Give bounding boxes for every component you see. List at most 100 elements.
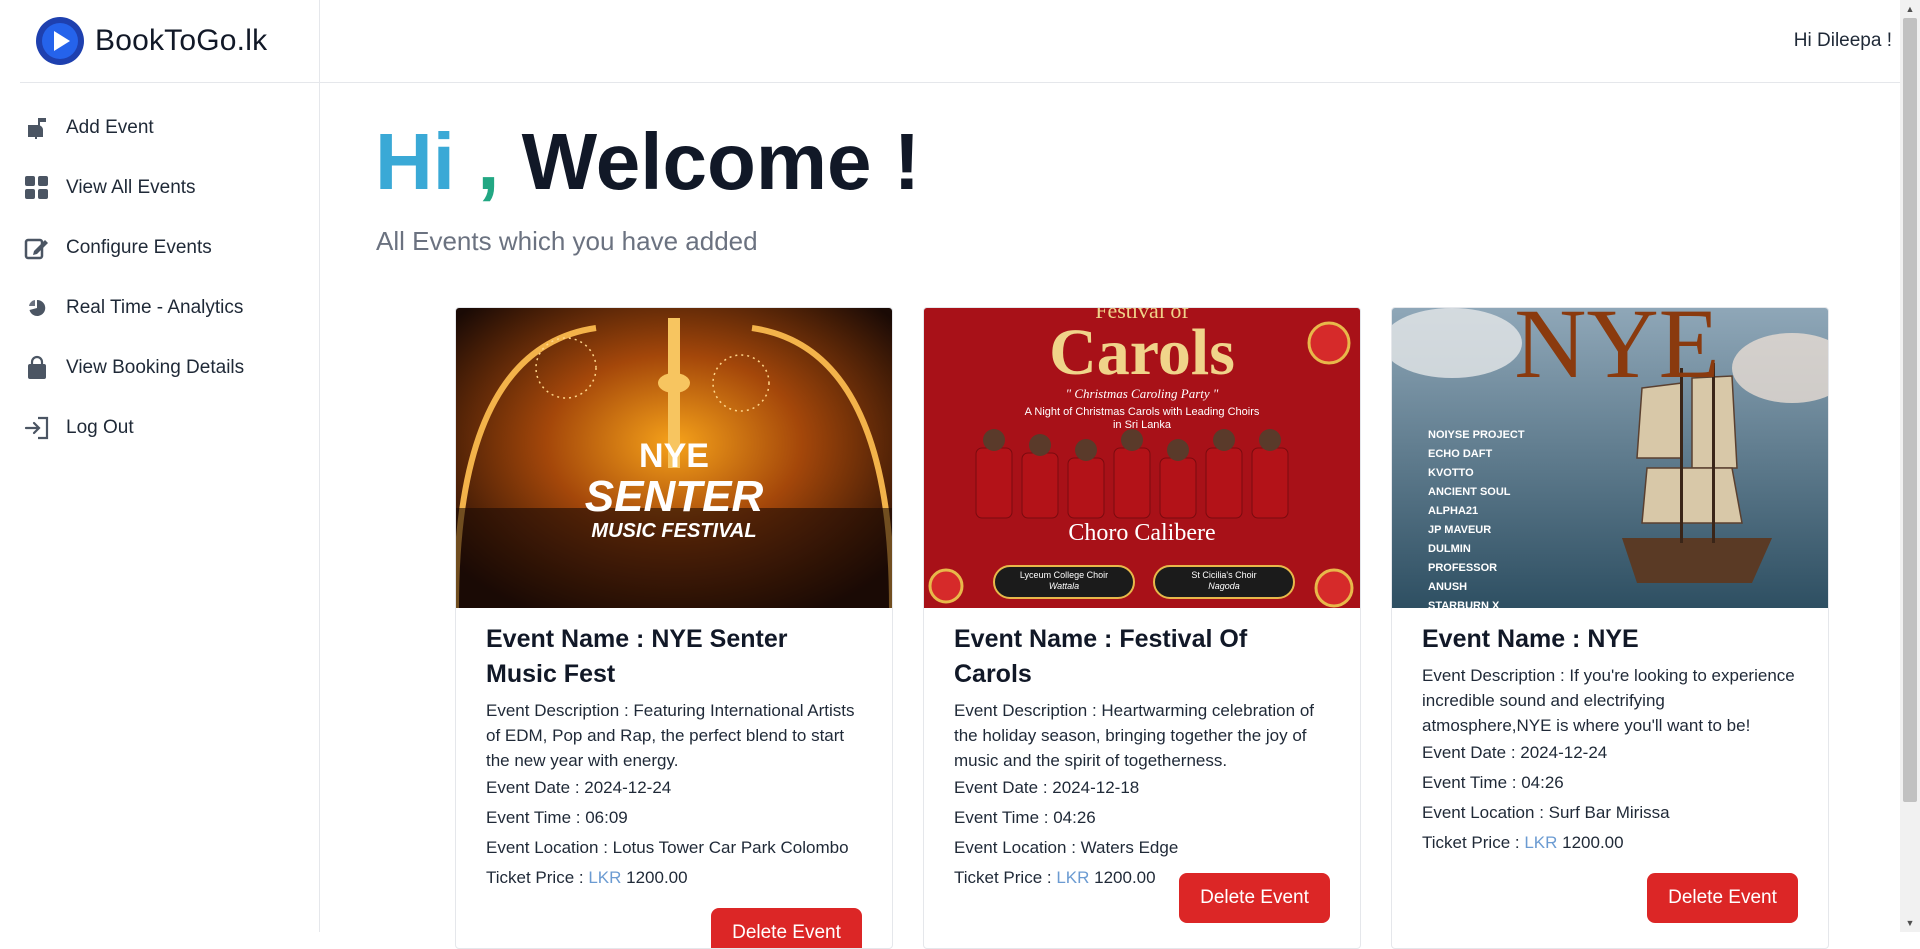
delete-event-button[interactable]: Delete Event: [711, 908, 862, 948]
poster-line4: A Night of Christmas Carols with Leading…: [1024, 406, 1260, 418]
brand[interactable]: BookToGo.lk: [20, 0, 319, 83]
event-card-body: Event Name : Festival Of Carols Event De…: [924, 608, 1360, 893]
poster-text: NYE SENTER MUSIC FESTIVAL: [456, 438, 892, 542]
event-card: NYE SENTER MUSIC FESTIVAL Event Name : N…: [455, 307, 893, 949]
event-name: Event Name : Festival Of Carols: [954, 625, 1248, 688]
currency-label: LKR: [1524, 833, 1558, 852]
scroll-thumb[interactable]: [1903, 18, 1917, 802]
hero-hi: Hi: [375, 117, 455, 206]
sidebar-item-real-time-analytics[interactable]: Real Time - Analytics: [0, 278, 319, 338]
poster-subtext: A Night of Christmas Carols with Leading…: [924, 406, 1360, 432]
artist-item: ECHO DAFT: [1428, 448, 1493, 460]
poster-line1: NYE: [639, 437, 709, 475]
grid-icon: [24, 175, 50, 201]
event-description: Event Description : Featuring Internatio…: [486, 701, 855, 770]
event-card: NYE NOIYSE PROJECT ECHO DAFT KVOTTO ANCI…: [1391, 307, 1829, 949]
sidebar-item-label: Real Time - Analytics: [66, 297, 244, 318]
user-greeting[interactable]: Hi Dileepa !: [1794, 30, 1892, 52]
sidebar-item-label: View Booking Details: [66, 357, 245, 378]
event-poster-image: NYE SENTER MUSIC FESTIVAL: [456, 308, 892, 608]
artist-item: DULMIN: [1428, 543, 1471, 555]
event-card: Festival of Carols " Christmas Caroling …: [923, 307, 1361, 949]
event-poster-image: NYE NOIYSE PROJECT ECHO DAFT KVOTTO ANCI…: [1392, 308, 1828, 608]
price-value: 1200.00: [621, 868, 688, 887]
event-location: Event Location : Surf Bar Mirissa: [1422, 803, 1670, 822]
price-value: 1200.00: [1089, 868, 1156, 887]
artist-item: NOIYSE PROJECT: [1428, 429, 1525, 441]
sidebar-item-label: Configure Events: [66, 237, 212, 258]
sidebar: BookToGo.lk Add Event View All Events Co…: [0, 0, 320, 932]
delete-event-button[interactable]: Delete Event: [1179, 873, 1330, 923]
sidebar-item-add-event[interactable]: Add Event: [0, 98, 319, 158]
sidebar-nav: Add Event View All Events Configure Even…: [0, 98, 319, 458]
scroll-down-arrow-icon[interactable]: ▼: [1900, 914, 1920, 932]
artist-item: KVOTTO: [1428, 467, 1474, 479]
sidebar-item-label: Log Out: [66, 417, 134, 438]
artist-item: PROFESSOR: [1428, 562, 1498, 574]
welcome-heading: Hi , Welcome !: [375, 122, 920, 202]
choir1-name: Lyceum College Choir: [1019, 570, 1109, 580]
artist-item: ANUSH: [1428, 581, 1468, 593]
event-name: Event Name : NYE: [1422, 625, 1639, 653]
play-logo-icon: [36, 17, 84, 65]
mailbox-icon: [24, 115, 50, 141]
delete-event-button[interactable]: Delete Event: [1647, 873, 1798, 923]
scroll-up-arrow-icon[interactable]: ▲: [1900, 0, 1920, 18]
poster-artist-list: NOIYSE PROJECT ECHO DAFT KVOTTO ANCIENT …: [1428, 426, 1525, 608]
event-card-body: Event Name : NYE Senter Music Fest Event…: [456, 608, 892, 893]
ticket-price-label: Ticket Price :: [1422, 833, 1525, 852]
event-time: Event Time : 06:09: [486, 808, 628, 827]
ticket-price: Ticket Price : LKR 1200.00: [1422, 828, 1798, 858]
event-date: Event Date : 2024-12-24: [1422, 743, 1608, 762]
currency-label: LKR: [588, 868, 622, 887]
event-time: Event Time : 04:26: [1422, 773, 1564, 792]
ticket-price-label: Ticket Price :: [954, 868, 1057, 887]
artist-item: ALPHA21: [1428, 505, 1479, 517]
poster-choir2: St Cicilia's Choir Nagoda: [1154, 570, 1294, 592]
artist-item: JP MAVEUR: [1428, 524, 1492, 536]
poster-choir1: Lyceum College Choir Wattala: [994, 570, 1134, 592]
page-scrollbar[interactable]: ▲ ▼: [1900, 0, 1920, 932]
chart-icon: [24, 295, 50, 321]
page-subtitle: All Events which you have added: [376, 226, 758, 256]
event-location: Event Location : Lotus Tower Car Park Co…: [486, 838, 849, 857]
ticket-price: Ticket Price : LKR 1200.00: [486, 863, 862, 893]
event-time: Event Time : 04:26: [954, 808, 1096, 827]
brand-name: BookToGo.lk: [95, 24, 268, 57]
sidebar-item-view-all-events[interactable]: View All Events: [0, 158, 319, 218]
sidebar-item-label: Add Event: [66, 117, 154, 138]
event-name: Event Name : NYE Senter Music Fest: [486, 625, 788, 688]
logout-icon: [24, 415, 50, 441]
sidebar-item-label: View All Events: [66, 177, 196, 198]
artist-item: STARBURN X: [1428, 600, 1500, 608]
event-description: Event Description : Heartwarming celebra…: [954, 701, 1314, 770]
poster-line2: SENTER: [584, 472, 764, 521]
ticket-price-label: Ticket Price :: [486, 868, 589, 887]
poster-line5: in Sri Lanka: [1112, 419, 1172, 431]
edit-icon: [24, 235, 50, 261]
sidebar-item-log-out[interactable]: Log Out: [0, 398, 319, 458]
hero-comma: ,: [455, 117, 500, 206]
sidebar-item-view-booking-details[interactable]: View Booking Details: [0, 338, 319, 398]
event-description: Event Description : If you're looking to…: [1422, 666, 1795, 735]
poster-title: NYE: [1514, 308, 1720, 399]
price-value: 1200.00: [1557, 833, 1624, 852]
event-date: Event Date : 2024-12-24: [486, 778, 672, 797]
event-poster-image: Festival of Carols " Christmas Caroling …: [924, 308, 1360, 608]
currency-label: LKR: [1056, 868, 1090, 887]
poster-line2: Carols: [1049, 316, 1235, 389]
event-date: Event Date : 2024-12-18: [954, 778, 1140, 797]
choir2-name: St Cicilia's Choir: [1191, 570, 1257, 580]
bag-icon: [24, 355, 50, 381]
event-location: Event Location : Waters Edge: [954, 838, 1179, 857]
sidebar-item-configure-events[interactable]: Configure Events: [0, 218, 319, 278]
choir2-location: Nagoda: [1208, 581, 1240, 591]
hero-welcome: Welcome !: [499, 117, 921, 206]
poster-line3: MUSIC FESTIVAL: [591, 520, 757, 542]
event-card-body: Event Name : NYE Event Description : If …: [1392, 608, 1828, 858]
choir1-location: Wattala: [1048, 581, 1080, 591]
poster-text: Festival of Carols " Christmas Caroling …: [924, 308, 1360, 404]
artist-item: ANCIENT SOUL: [1428, 486, 1511, 498]
poster-line6: Choro Calibere: [1068, 520, 1216, 546]
top-header: Hi Dileepa !: [320, 0, 1900, 83]
